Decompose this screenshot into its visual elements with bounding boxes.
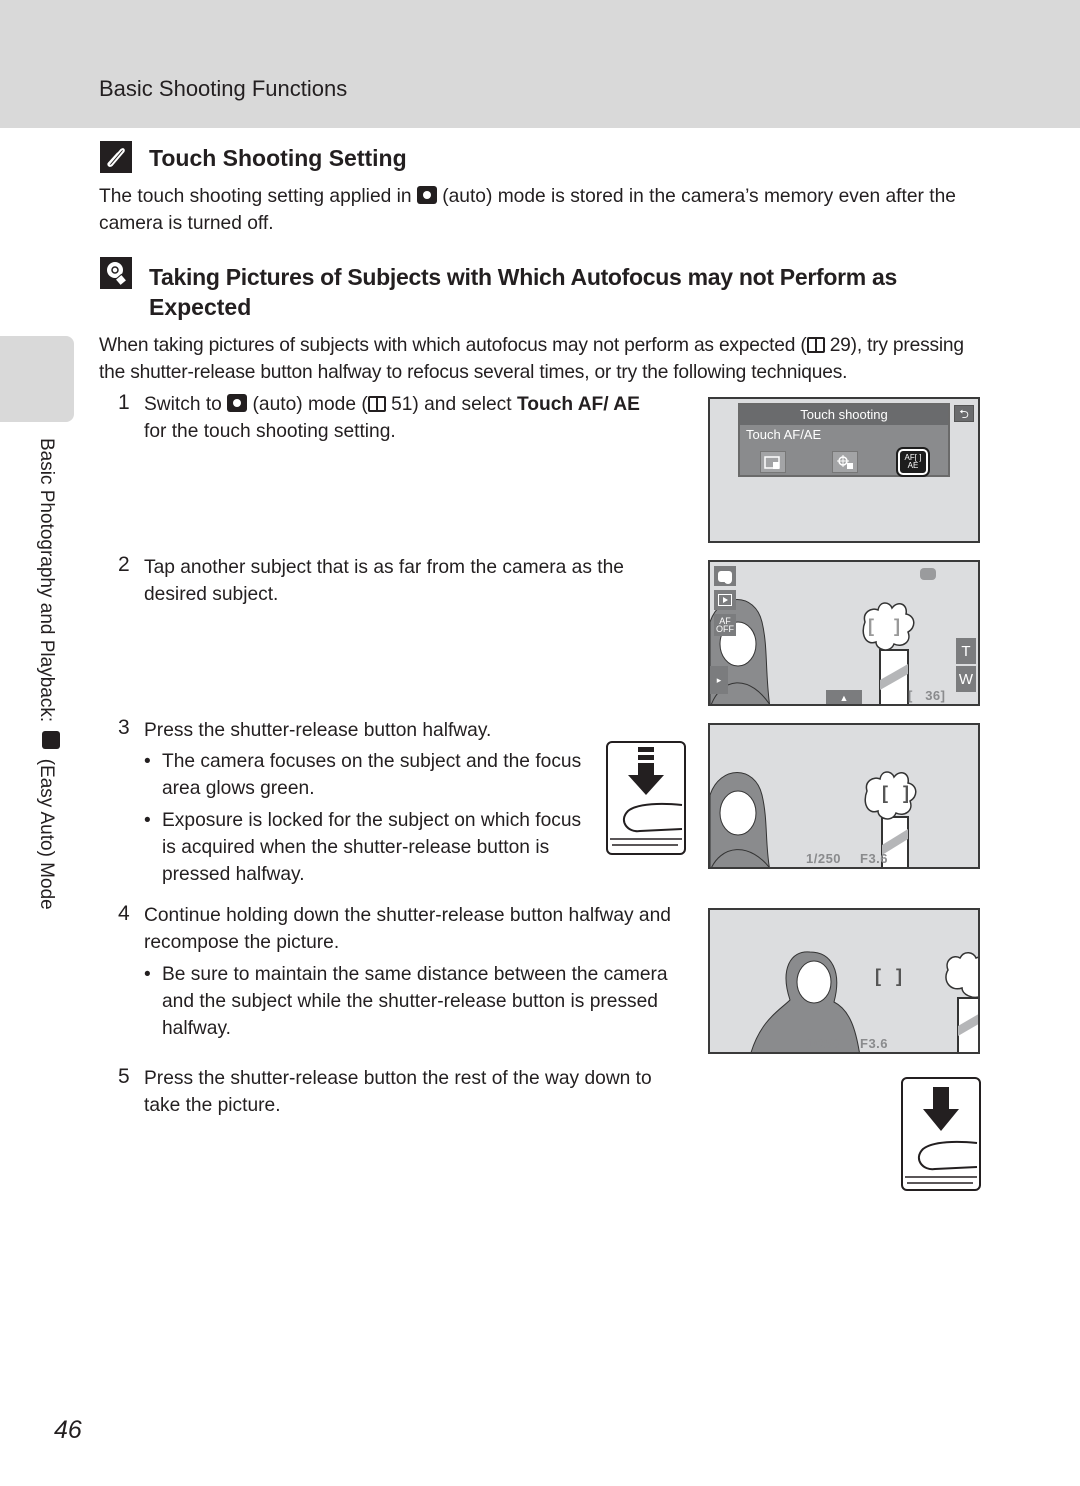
step-1-text: Switch to (auto) mode ( 51) and select T…: [144, 391, 654, 445]
note-title: Touch Shooting Setting: [149, 145, 407, 171]
shutter-speed-readout: 1/250: [806, 1036, 842, 1051]
chapter-label-prefix: Basic Photography and Playback:: [36, 438, 57, 723]
chapter-label-suffix: (Easy Auto) Mode: [36, 758, 57, 910]
book-reference-icon: [367, 396, 386, 412]
frames-count: 36: [925, 688, 941, 703]
half-press-illustration: [606, 741, 686, 855]
menu-subtitle: Touch AF/AE: [746, 427, 822, 442]
frames-bracket-close: ]: [940, 688, 946, 703]
touch-af-ae-option-label: AF[ ] AE: [904, 453, 922, 470]
touch-shooting-menu: Touch shooting Touch AF/AE AF[ ] AE: [738, 403, 950, 477]
pencil-note-icon: [100, 141, 132, 173]
shutter-speed-readout: 1/250: [806, 851, 842, 866]
focus-area-bracket: [ ]: [882, 783, 909, 803]
page-reference-link[interactable]: 29: [830, 335, 851, 356]
focus-area-bracket: [ ]: [868, 616, 900, 636]
menu-header: Touch shooting: [740, 405, 948, 425]
shutter-full-press-icon: [905, 1087, 978, 1184]
return-arrow-icon[interactable]: ⮌: [954, 405, 974, 422]
header-band: [0, 0, 1080, 128]
step-1-text-b: (auto) mode (: [252, 394, 368, 415]
step-5-text: Press the shutter-release button the res…: [144, 1068, 652, 1116]
lightbulb-tip-icon: [100, 257, 132, 289]
camera-auto-icon: [416, 186, 437, 204]
battery-indicator-icon: [920, 568, 936, 580]
playback-icon: [718, 594, 732, 606]
step-1-text-a: Switch to: [144, 394, 222, 415]
step-1-text-c: ) and select: [412, 394, 512, 415]
step-3-text: Press the shutter-release button halfway…: [144, 720, 492, 741]
touch-shooting-menu-screen: Touch shooting Touch AF/AE AF[ ] AE ⮌: [708, 397, 980, 543]
step-2-text: Tap another subject that is as far from …: [144, 557, 624, 605]
af-off-indicator: AF OFF: [714, 614, 736, 636]
chapter-tab: [0, 336, 74, 422]
tip-title-line2: Expected: [149, 294, 252, 320]
tip-intro: When taking pictures of subjects with wh…: [99, 332, 989, 386]
playback-button[interactable]: [714, 590, 736, 610]
chapter-label: Basic Photography and Playback: (Easy Au…: [35, 438, 61, 910]
half-press-scene: [710, 771, 917, 867]
page-number: 46: [54, 1416, 82, 1444]
aperture-readout: F3.6: [860, 1036, 889, 1051]
full-press-illustration: [901, 1077, 981, 1191]
aperture-readout: F3.6: [860, 851, 889, 866]
step-4-number: 4: [118, 902, 130, 925]
step-1-setting-name: Touch AF/ AE: [516, 394, 640, 415]
camera-auto-icon: [227, 394, 248, 412]
section-title: Basic Shooting Functions: [99, 76, 348, 101]
frames-bracket-open: [: [908, 688, 913, 703]
shutter-half-press-icon: [610, 747, 683, 846]
frames-remaining: [ 36]: [908, 688, 946, 703]
step-4-bullet-1: Be sure to maintain the same distance be…: [144, 961, 672, 1042]
subject-tracking-option[interactable]: [832, 451, 858, 473]
step-3-number: 3: [118, 716, 130, 739]
zoom-tele-button[interactable]: T: [956, 638, 976, 664]
tip-title-line1: Taking Pictures of Subjects with Which A…: [149, 264, 897, 290]
menu-expand-button[interactable]: ▸: [710, 666, 728, 694]
step-4-text: Continue holding down the shutter-releas…: [144, 905, 671, 953]
touch-shutter-option[interactable]: [760, 451, 786, 473]
page-reference-link[interactable]: 51: [391, 394, 412, 415]
live-view-scene: [710, 599, 915, 704]
step-1-number: 1: [118, 391, 130, 414]
focus-area-bracket: [ ]: [875, 966, 902, 986]
step-3-bullet-1: The camera focuses on the subject and th…: [144, 748, 582, 802]
touch-af-ae-option[interactable]: AF[ ] AE: [898, 449, 928, 475]
step-2-number: 2: [118, 553, 130, 576]
note-body: The touch shooting setting applied in (a…: [99, 183, 989, 237]
recompose-scene: [750, 951, 978, 1052]
live-view-screen: AF OFF ▸ ▲ T W [ ] [ 36]: [708, 560, 980, 706]
step-5-number: 5: [118, 1065, 130, 1088]
shooting-mode-button[interactable]: [714, 566, 736, 586]
easy-auto-scene-icon: [42, 731, 61, 750]
book-reference-icon: [806, 337, 825, 353]
exposure-slider-button[interactable]: ▲: [826, 690, 862, 704]
tip-intro-1: When taking pictures of subjects with wh…: [99, 335, 807, 356]
step-1-text-d: for the touch shooting setting.: [144, 421, 396, 442]
camera-icon: [718, 570, 732, 584]
step-3-bullet-2: Exposure is locked for the subject on wh…: [144, 807, 582, 888]
note-text-1: The touch shooting setting applied in: [99, 186, 412, 207]
half-press-screen: [ ] 1/250 F3.6: [708, 723, 980, 869]
zoom-wide-button[interactable]: W: [956, 666, 976, 692]
recompose-screen: [ ] 1/250 F3.6: [708, 908, 980, 1054]
